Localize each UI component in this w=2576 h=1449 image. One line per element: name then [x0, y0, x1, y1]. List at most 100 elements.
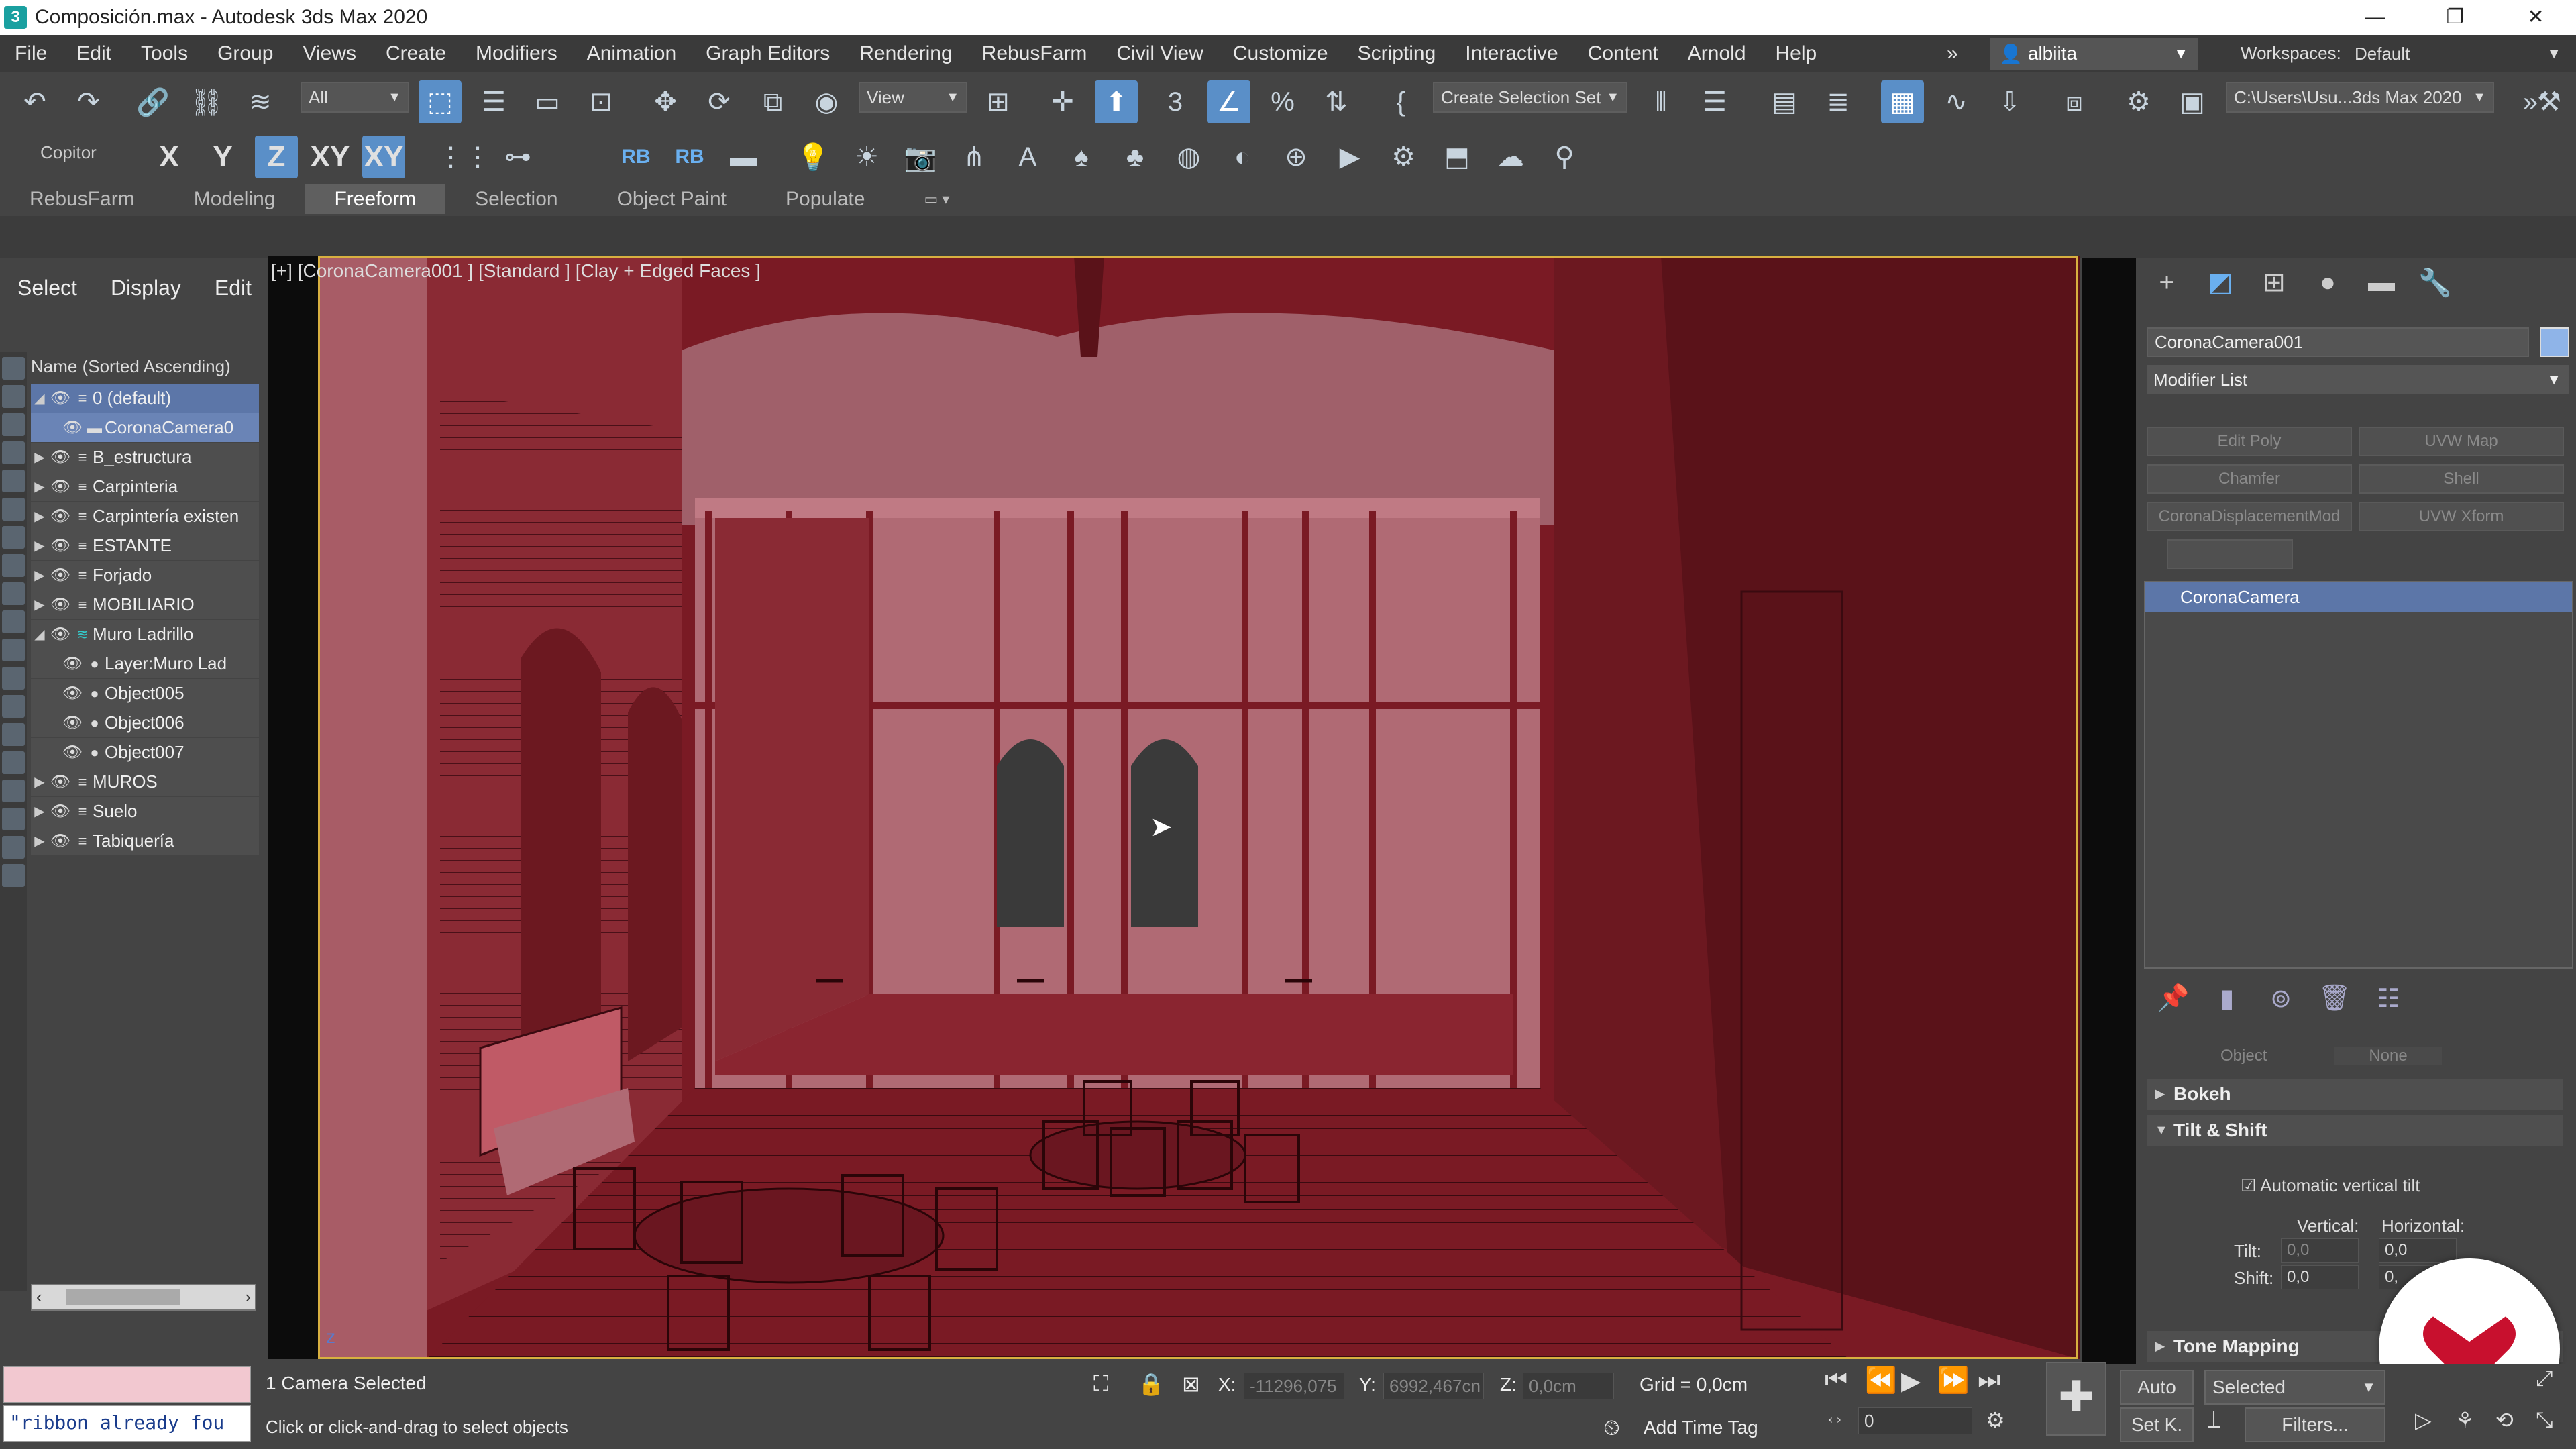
tab-selection[interactable]: Selection — [445, 184, 587, 214]
stack-item-corona-camera[interactable]: CoronaCamera — [2145, 582, 2572, 612]
target-none-button[interactable]: None — [2334, 1046, 2442, 1065]
play-icon[interactable]: ▶ — [1901, 1366, 1921, 1396]
menu-modifiers[interactable]: Modifiers — [461, 42, 572, 65]
rotate-icon[interactable]: ⟳ — [698, 80, 741, 123]
ruler-icon[interactable]: ▬ — [722, 136, 765, 178]
select-manipulate-icon[interactable]: ✛ — [1041, 80, 1084, 123]
tab-object-paint[interactable]: Object Paint — [588, 184, 756, 214]
tree-row[interactable]: ◢ 👁 ≋ Muro Ladrillo — [31, 620, 259, 649]
rb-button-2[interactable]: RB — [668, 136, 711, 178]
explorer-menu-display[interactable]: Display — [111, 276, 181, 301]
mirror-icon[interactable]: ⫴ — [1640, 80, 1682, 123]
tree-row[interactable]: ▶ 👁 ≡ B_estructura — [31, 443, 259, 472]
region-icon[interactable]: ⬒ — [1436, 136, 1479, 178]
corona-light-icon[interactable]: 💡 — [792, 136, 835, 178]
visibility-eye-icon[interactable]: 👁 — [48, 388, 72, 408]
menu-animation[interactable]: Animation — [572, 42, 691, 65]
tree-row[interactable]: ◢ 👁 ≡ 0 (default) — [31, 384, 259, 413]
visibility-eye-icon[interactable]: 👁 — [48, 831, 72, 851]
tree-row[interactable]: 👁 ● Object005 — [31, 679, 259, 708]
filter-funnel-icon[interactable] — [2, 836, 25, 859]
visibility-eye-icon[interactable]: 👁 — [48, 566, 72, 585]
scroll-left-icon[interactable]: ‹ — [36, 1287, 42, 1307]
key-filter-dropdown[interactable]: Selected ▼ — [2204, 1370, 2385, 1405]
isolate-selection-icon[interactable]: ⛶ — [1093, 1371, 1108, 1397]
tree-row[interactable]: ▶ 👁 ≡ Carpintería existen — [31, 502, 259, 531]
maximize-viewport-icon[interactable]: ⤡ — [2536, 1407, 2553, 1433]
sun-icon[interactable]: ☀ — [845, 136, 888, 178]
filter-bones-icon[interactable] — [2, 582, 25, 605]
go-to-start-icon[interactable]: ⏮ — [1825, 1366, 1847, 1395]
filter-frozen-icon[interactable] — [2, 639, 25, 661]
camera-viewport[interactable]: z — [268, 256, 2080, 1359]
create-selection-set-dropdown[interactable]: Create Selection Set ▼ — [1433, 82, 1627, 113]
empty-modifier-button[interactable] — [2167, 539, 2293, 569]
bulb-icon[interactable]: ⚲ — [1543, 136, 1586, 178]
lightmix-icon[interactable]: ⊕ — [1275, 136, 1318, 178]
text-icon[interactable]: A — [1006, 136, 1049, 178]
explorer-menu-edit[interactable]: Edit — [215, 276, 252, 301]
display-tab-icon[interactable]: ▬ — [2355, 268, 2408, 298]
selection-filter-dropdown[interactable]: All ▼ — [301, 82, 409, 113]
visibility-eye-icon[interactable]: 👁 — [60, 713, 85, 733]
visibility-eye-icon[interactable]: 👁 — [60, 743, 85, 762]
find-icon[interactable] — [2, 808, 25, 830]
orbit-icon[interactable]: ⟲ — [2496, 1407, 2514, 1433]
motion-tab-icon[interactable]: ● — [2301, 268, 2355, 298]
x-coord-field[interactable]: -11296,075 — [1244, 1373, 1344, 1399]
reference-coordinate-dropdown[interactable]: View ▼ — [859, 82, 967, 113]
modify-tab-icon[interactable]: ◩ — [2194, 267, 2247, 298]
time-tag-icon[interactable]: ⏲ — [1603, 1415, 1620, 1441]
menu-arnold[interactable]: Arnold — [1673, 42, 1761, 65]
spinner-snap-icon[interactable]: ⇅ — [1315, 80, 1358, 123]
visibility-eye-icon[interactable]: 👁 — [48, 536, 72, 555]
camera-icon[interactable]: 📷 — [899, 136, 942, 178]
tilt-vertical-spinner[interactable]: 0,0 — [2281, 1238, 2359, 1263]
menu-interactive[interactable]: Interactive — [1450, 42, 1572, 65]
lock-selection-icon[interactable]: 🔒 — [1138, 1371, 1165, 1397]
y-coord-field[interactable]: 6992,467cn — [1383, 1373, 1484, 1399]
render-frame-icon[interactable]: ▣ — [2171, 80, 2214, 123]
layer-explorer-icon[interactable] — [2, 864, 25, 887]
chamfer-button[interactable]: Chamfer — [2147, 464, 2352, 494]
angle-snap-icon[interactable]: ∠ — [1208, 80, 1250, 123]
visibility-eye-icon[interactable]: 👁 — [48, 477, 72, 496]
snaps-toggle-icon[interactable]: 3 — [1154, 80, 1197, 123]
auto-key-button[interactable]: Auto — [2120, 1370, 2194, 1405]
menu-scripting[interactable]: Scripting — [1343, 42, 1451, 65]
scale-icon[interactable]: ⧉ — [751, 80, 794, 123]
workspace-dropdown[interactable]: Default ▼ — [2348, 38, 2569, 70]
filter-hidden-icon[interactable] — [2, 667, 25, 690]
tree-row[interactable]: ▶ 👁 ≡ Forjado — [31, 561, 259, 590]
expand-arrow-icon[interactable]: ◢ — [31, 626, 48, 643]
curve-editor-icon[interactable]: ∿ — [1935, 80, 1978, 123]
axis-xyz-button[interactable]: XY — [362, 136, 405, 178]
ribbon-toggle-icon[interactable]: ▦ — [1881, 80, 1924, 123]
keyboard-shortcut-override-icon[interactable]: ⬆ — [1095, 80, 1138, 123]
menu-customize[interactable]: Customize — [1218, 42, 1343, 65]
menu-group[interactable]: Group — [203, 42, 288, 65]
make-unique-icon[interactable]: ⊚ — [2254, 983, 2308, 1014]
filter-spacewarps-icon[interactable] — [2, 498, 25, 521]
filter-lights-icon[interactable] — [2, 413, 25, 436]
filter-containers-icon[interactable] — [2, 610, 25, 633]
close-button[interactable]: ✕ — [2496, 0, 2576, 35]
shift-vertical-spinner[interactable]: 0,0 — [2281, 1265, 2359, 1289]
object-color-swatch[interactable] — [2540, 327, 2569, 357]
filter-geometry-icon[interactable] — [2, 357, 25, 380]
tree-row[interactable]: 👁 ● Object006 — [31, 708, 259, 738]
axis-xy-button[interactable]: XY — [309, 136, 352, 178]
visibility-eye-icon[interactable]: 👁 — [48, 772, 72, 792]
move-icon[interactable]: ✥ — [644, 80, 687, 123]
show-end-result-icon[interactable]: ▮ — [2200, 983, 2254, 1014]
viewport-label[interactable]: [+] [CoronaCamera001 ] [Standard ] [Clay… — [271, 260, 761, 282]
expand-arrow-icon[interactable]: ▶ — [31, 773, 48, 790]
visibility-eye-icon[interactable]: 👁 — [48, 802, 72, 821]
visibility-eye-icon[interactable]: 👁 — [60, 684, 85, 703]
copitor-label[interactable]: Copitor — [40, 142, 97, 163]
rb-button-1[interactable]: RB — [614, 136, 657, 178]
undo-icon[interactable]: ↶ — [13, 80, 56, 123]
bokeh-rollout[interactable]: ▶ Bokeh — [2147, 1079, 2563, 1110]
visibility-eye-icon[interactable]: 👁 — [48, 595, 72, 614]
maximize-button[interactable]: ❐ — [2415, 0, 2496, 35]
